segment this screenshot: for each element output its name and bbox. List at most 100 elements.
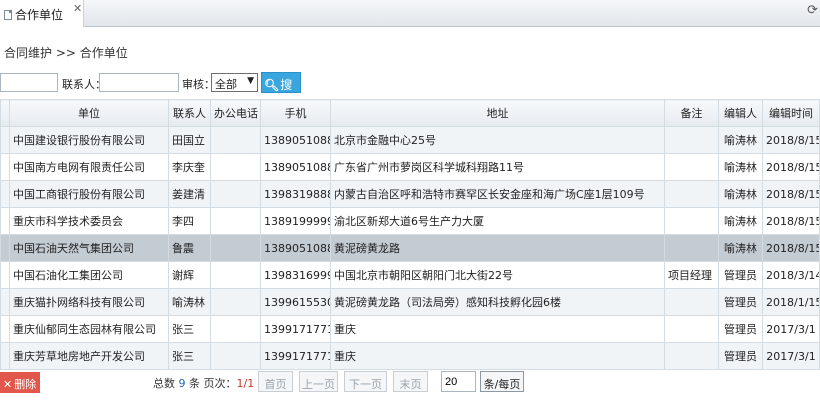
cell-mobile: 13891999999 bbox=[260, 207, 331, 235]
tab-partner-units[interactable]: 合作单位 ✕ bbox=[0, 0, 84, 27]
cell-edit-time: 2018/1/15 bbox=[762, 288, 820, 316]
search-button[interactable]: 🔍︎搜索 bbox=[261, 72, 301, 109]
delete-button[interactable]: ✕ 删除 bbox=[0, 372, 40, 393]
cell-unit: 重庆猫扑网络科技有限公司 bbox=[9, 288, 169, 316]
per-page-button[interactable]: 条/每页 bbox=[480, 371, 524, 392]
header-cell[interactable]: 手机 bbox=[260, 99, 331, 127]
table-row[interactable]: 重庆仙郁同生态园林有限公司 张三 13991717717 重庆 管理员 2017… bbox=[0, 315, 820, 343]
cell-edit-time: 2018/8/15 bbox=[762, 153, 820, 181]
cell-office-phone bbox=[210, 153, 261, 181]
page-indicator: 1/1 bbox=[236, 377, 255, 390]
table-row-selected[interactable]: 中国石油天然气集团公司 鲁震 13890510882 黄泥磅黄龙路 喻涛林 20… bbox=[0, 234, 820, 262]
unit-input[interactable] bbox=[0, 73, 58, 92]
cell-office-phone bbox=[210, 261, 261, 289]
header-cell[interactable]: 编辑时间 bbox=[762, 99, 820, 127]
table-row[interactable]: 中国建设银行股份有限公司 田国立 13890510887 北京市金融中心25号 … bbox=[0, 126, 820, 154]
cell-contact: 张三 bbox=[168, 315, 211, 343]
cell-address: 北京市金融中心25号 bbox=[330, 126, 665, 154]
breadcrumb: 合同维护 >> 合作单位 bbox=[4, 46, 128, 60]
last-page-button[interactable]: 末页 bbox=[393, 371, 428, 392]
total-count: 9 bbox=[178, 377, 186, 390]
first-page-button[interactable]: 首页 bbox=[258, 371, 293, 392]
cell-contact: 张三 bbox=[168, 342, 211, 370]
table-row[interactable]: 中国南方电网有限责任公司 李庆奎 13890510889 广东省广州市萝岗区科学… bbox=[0, 153, 820, 181]
cell-unit: 中国工商银行股份有限公司 bbox=[9, 180, 169, 208]
cell-note bbox=[664, 315, 719, 343]
dropdown-arrow-icon: ▼ bbox=[247, 76, 254, 86]
row-marker bbox=[0, 234, 10, 262]
cell-contact: 田国立 bbox=[168, 126, 211, 154]
cell-address: 黄泥磅黄龙路 bbox=[330, 234, 665, 262]
review-select[interactable]: 全部 ▼ bbox=[211, 73, 258, 92]
cell-edit-time: 2018/8/15 bbox=[762, 207, 820, 235]
header-cell[interactable]: 编辑人 bbox=[718, 99, 763, 127]
cell-address: 重庆 bbox=[330, 315, 665, 343]
row-marker bbox=[0, 207, 10, 235]
cell-note bbox=[664, 180, 719, 208]
cell-note bbox=[664, 126, 719, 154]
cell-mobile: 13996155309 bbox=[260, 288, 331, 316]
page-size-input[interactable] bbox=[441, 371, 476, 392]
partner-table: 单位 联系人 办公电话 手机 地址 备注 编辑人 编辑时间 中国建设银行股份有限… bbox=[0, 99, 820, 370]
cell-address: 广东省广州市萝岗区科学城科翔路11号 bbox=[330, 153, 665, 181]
search-icon: 🔍︎ bbox=[264, 78, 280, 92]
cell-note bbox=[664, 342, 719, 370]
cell-unit: 重庆仙郁同生态园林有限公司 bbox=[9, 315, 169, 343]
cell-unit: 重庆芳草地房地产开发公司 bbox=[9, 342, 169, 370]
cell-address: 中国北京市朝阳区朝阳门北大街22号 bbox=[330, 261, 665, 289]
filter-bar: 联系人： 审核： 全部 ▼ 🔍︎搜索 bbox=[0, 72, 820, 109]
table-row[interactable]: 重庆猫扑网络科技有限公司 喻涛林 13996155309 黄泥磅黄龙路（司法局旁… bbox=[0, 288, 820, 316]
close-icon[interactable]: ✕ bbox=[73, 2, 82, 15]
next-page-button[interactable]: 下一页 bbox=[344, 371, 387, 392]
row-marker bbox=[0, 261, 10, 289]
row-marker bbox=[0, 180, 10, 208]
header-cell[interactable]: 备注 bbox=[664, 99, 719, 127]
cell-unit: 中国建设银行股份有限公司 bbox=[9, 126, 169, 154]
cell-editor: 喻涛林 bbox=[718, 180, 763, 208]
total-prefix: 总数 bbox=[153, 377, 179, 390]
table-row[interactable]: 重庆市科学技术委员会 李四 13891999999 渝北区新郑大道6号生产力大厦… bbox=[0, 207, 820, 235]
cell-note: 项目经理 bbox=[664, 261, 719, 289]
cell-editor: 管理员 bbox=[718, 315, 763, 343]
cell-edit-time: 2018/8/15 bbox=[762, 126, 820, 154]
header-cell[interactable]: 单位 bbox=[9, 99, 169, 127]
prev-page-button[interactable]: 上一页 bbox=[299, 371, 338, 392]
document-icon bbox=[4, 10, 12, 20]
table-row[interactable]: 中国工商银行股份有限公司 姜建清 13983198888 内蒙古自治区呼和浩特市… bbox=[0, 180, 820, 208]
cell-office-phone bbox=[210, 342, 261, 370]
cell-mobile: 13991717717 bbox=[260, 342, 331, 370]
cell-editor: 管理员 bbox=[718, 261, 763, 289]
table-row[interactable]: 重庆芳草地房地产开发公司 张三 13991717717 重庆 管理员 2017/… bbox=[0, 342, 820, 370]
cell-office-phone bbox=[210, 207, 261, 235]
cell-address: 黄泥磅黄龙路（司法局旁）感知科技孵化园6楼 bbox=[330, 288, 665, 316]
table-row[interactable]: 中国石油化工集团公司 谢辉 13983169999 中国北京市朝阳区朝阳门北大街… bbox=[0, 261, 820, 289]
cell-contact: 李四 bbox=[168, 207, 211, 235]
cell-office-phone bbox=[210, 126, 261, 154]
header-cell[interactable]: 地址 bbox=[330, 99, 665, 127]
total-mid: 条 页次： bbox=[185, 377, 237, 390]
cell-contact: 鲁震 bbox=[168, 234, 211, 262]
refresh-icon[interactable]: ⟳ bbox=[807, 3, 818, 18]
cell-edit-time: 2017/3/1 bbox=[762, 315, 820, 343]
cell-mobile: 13890510887 bbox=[260, 126, 331, 154]
cell-editor: 喻涛林 bbox=[718, 153, 763, 181]
cell-note bbox=[664, 234, 719, 262]
cell-mobile: 13983169999 bbox=[260, 261, 331, 289]
contact-input[interactable] bbox=[99, 73, 179, 92]
page-status: 总数 9 条 页次：1/1 bbox=[153, 375, 254, 391]
cell-mobile: 13991717717 bbox=[260, 315, 331, 343]
cell-office-phone bbox=[210, 180, 261, 208]
cell-address: 内蒙古自治区呼和浩特市赛罕区长安金座和海广场C座1层109号 bbox=[330, 180, 665, 208]
header-cell[interactable]: 办公电话 bbox=[210, 99, 261, 127]
cell-office-phone bbox=[210, 234, 261, 262]
cell-edit-time: 2018/8/15 bbox=[762, 180, 820, 208]
cell-unit: 重庆市科学技术委员会 bbox=[9, 207, 169, 235]
cell-edit-time: 2018/3/14 bbox=[762, 261, 820, 289]
delete-icon: ✕ bbox=[3, 378, 13, 391]
cell-editor: 管理员 bbox=[718, 288, 763, 316]
header-cell[interactable]: 联系人 bbox=[168, 99, 211, 127]
tab-label: 合作单位 bbox=[15, 8, 64, 22]
row-marker bbox=[0, 126, 10, 154]
cell-address: 渝北区新郑大道6号生产力大厦 bbox=[330, 207, 665, 235]
cell-contact: 谢辉 bbox=[168, 261, 211, 289]
